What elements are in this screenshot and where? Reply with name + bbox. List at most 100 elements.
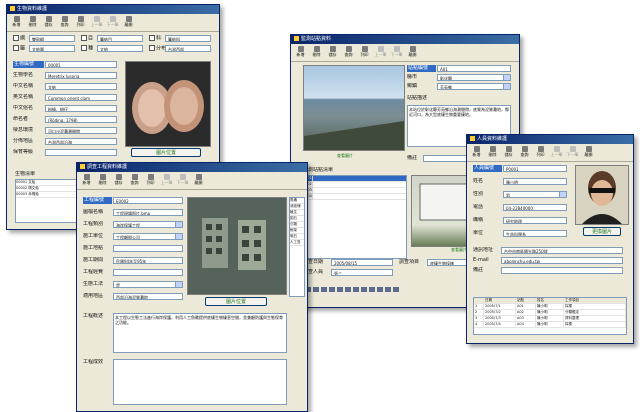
field-input[interactable]: 04-22840000	[503, 204, 567, 211]
address-field[interactable]: 台中市南區國光路250號	[501, 247, 623, 254]
toolbar-label: 列印	[360, 52, 369, 57]
toolbar-button[interactable]: 離開	[121, 15, 136, 30]
toolbar-button[interactable]: 新增	[79, 173, 94, 188]
field-input[interactable]: 民國94年至95年	[113, 257, 183, 264]
taxon-field[interactable]: 簾蛤科	[165, 35, 211, 42]
field-input[interactable]: 2005/08/15	[331, 259, 393, 266]
field-input[interactable]: 文蛤	[45, 83, 117, 90]
field-input[interactable]: 工程顧問公司	[113, 233, 183, 240]
field-input[interactable]: 是	[113, 281, 183, 288]
table-cell: 採樣	[564, 304, 626, 309]
field-input[interactable]: A01	[437, 65, 511, 72]
underwater-reef-image	[188, 198, 286, 294]
toolbar-button[interactable]: 查詢	[517, 145, 532, 160]
taxon-field[interactable]: 雙殼綱	[29, 35, 75, 42]
field-input[interactable]: 工程現場照片.bmp	[113, 209, 183, 216]
toolbar-label: 儲存	[328, 52, 337, 57]
field-label: 適用地區	[83, 293, 104, 299]
project-effect-textarea[interactable]	[113, 359, 287, 405]
toolbar-button[interactable]: 離開	[581, 145, 596, 160]
toolbar-button[interactable]: 查詢	[127, 173, 142, 188]
field-input[interactable]: P0001	[503, 165, 567, 172]
toolbar-button[interactable]: 新增	[469, 145, 484, 160]
field-input[interactable]: 彰化縣	[437, 74, 511, 81]
work-log-grid[interactable]: 日期 站點 姓名 工作項目 1 2005/7/1 A01 陳小明 採樣 2 2005/7/2 A02 陳…	[473, 297, 627, 335]
toolbar-button[interactable]: 儲存	[501, 145, 516, 160]
field-input[interactable]	[113, 245, 183, 252]
toolbar-button[interactable]: 新增	[9, 15, 24, 30]
taxon-label: 種	[81, 45, 93, 52]
dropdown-arrow-icon[interactable]	[503, 84, 510, 89]
field-input[interactable]: 張三	[331, 269, 393, 276]
taxon-field[interactable]: 簾蛤目	[97, 35, 143, 42]
project-desc-textarea[interactable]: 本工程以生態工法進行海岸保護，利用人工魚礁提供底棲生物棲息空間，並兼顧防護與生態…	[113, 313, 287, 353]
field-input[interactable]: 海岸保護工程	[113, 221, 183, 228]
table-cell: 2005/7/4	[484, 322, 516, 327]
taxon-field[interactable]: 文蛤	[97, 45, 143, 52]
field-input[interactable]: 台灣西部沿海	[45, 138, 117, 145]
toolbar-button[interactable]: 列印	[73, 15, 88, 30]
field-input[interactable]	[45, 149, 117, 156]
toolbar-label: 下一筆	[390, 52, 403, 57]
photo-location-button[interactable]: 圖片位置	[205, 297, 267, 306]
table-row[interactable]: 4 2005/7/4 A04 陳小明 採樣	[474, 322, 626, 328]
change-photo-button[interactable]: 更換圖片	[583, 227, 621, 236]
list-item[interactable]: 人工島	[290, 240, 304, 246]
field-input[interactable]: Meretrix lusoria	[45, 72, 117, 79]
field-input[interactable]: 陳小明	[503, 178, 567, 185]
field-label: 單位	[473, 230, 484, 236]
dropdown-arrow-icon[interactable]	[175, 222, 182, 227]
toolbar-button[interactable]: 刪除	[309, 45, 324, 60]
taxon-field[interactable]: 台灣西部	[165, 45, 211, 52]
toolbar-button[interactable]: 查詢	[57, 15, 72, 30]
toolbar-button[interactable]: 列印	[533, 145, 548, 160]
field-input[interactable]: 粉蟯、蚶仔	[45, 105, 117, 112]
view-photo-link[interactable]: 查看圖片	[337, 153, 353, 159]
table-cell: 3	[474, 316, 484, 321]
toolbar-button[interactable]: 儲存	[111, 173, 126, 188]
dropdown-arrow-icon[interactable]	[175, 282, 182, 287]
toolbar-label: 上一筆	[160, 180, 173, 185]
dropdown-arrow-icon[interactable]	[503, 75, 510, 80]
record-navigator[interactable]	[305, 287, 401, 294]
field-label: 性別	[473, 191, 484, 197]
field-input[interactable]: 河口沙泥灘潮間帶	[45, 127, 117, 134]
field-input[interactable]: 芳苑鄉	[437, 83, 511, 90]
taxon-label: 科	[149, 35, 161, 42]
field-input[interactable]: 研究助理	[503, 217, 567, 224]
field-input[interactable]: E0002	[113, 197, 183, 204]
toolbar-button[interactable]: 列印	[143, 173, 158, 188]
photo-location-button[interactable]: 圖片位置	[131, 148, 201, 157]
dropdown-arrow-icon[interactable]	[559, 192, 566, 197]
field-input[interactable]: 西部沿海泥質灘地	[113, 293, 183, 300]
taxon-field[interactable]: 文蛤屬	[29, 45, 75, 52]
field-label: 生態工法	[83, 281, 104, 287]
toolbar-button[interactable]: 刪除	[485, 145, 500, 160]
note-field[interactable]	[501, 267, 623, 274]
field-input[interactable]	[113, 269, 183, 276]
field-input[interactable]: Common orient clam	[45, 94, 117, 101]
taxon-label: 分布	[149, 45, 166, 52]
reef-type-list[interactable]: 魚礁 消波塊 植生 拋石 沉箱 蚵架 堆石 人工島	[289, 197, 305, 297]
toolbar-button[interactable]: 刪除	[25, 15, 40, 30]
toolbar-button[interactable]: 查詢	[341, 45, 356, 60]
toolbar-button[interactable]: 儲存	[325, 45, 340, 60]
toolbar-button[interactable]: 離開	[191, 173, 206, 188]
toolbar-button[interactable]: 儲存	[41, 15, 56, 30]
toolbar-button[interactable]: 離開	[405, 45, 420, 60]
site-list[interactable]: A01 A02 A03 A04	[303, 175, 407, 259]
list-item[interactable]: A04	[304, 194, 406, 200]
toolbar: 新增 刪除 儲存 查詢 列印 上一筆 下一筆 離開	[291, 44, 519, 62]
field-input[interactable]: 00001	[45, 61, 117, 68]
field-label: 姓名	[473, 178, 484, 184]
toolbar-button[interactable]: 新增	[293, 45, 308, 60]
toolbar-button[interactable]: 列印	[357, 45, 372, 60]
email-field[interactable]: abc@nchu.edu.tw	[501, 257, 623, 264]
view-photo-link-2[interactable]: 查看圖片	[451, 247, 467, 253]
toolbar-button[interactable]: 刪除	[95, 173, 110, 188]
dropdown-arrow-icon[interactable]	[175, 234, 182, 239]
field-input[interactable]: (Röding, 1798)	[45, 116, 117, 123]
toolbar: 新增 刪除 儲存 查詢 列印 上一筆 下一筆 離開	[7, 14, 219, 32]
field-input[interactable]: 男	[503, 191, 567, 198]
field-input[interactable]: 生命科學系	[503, 230, 567, 237]
